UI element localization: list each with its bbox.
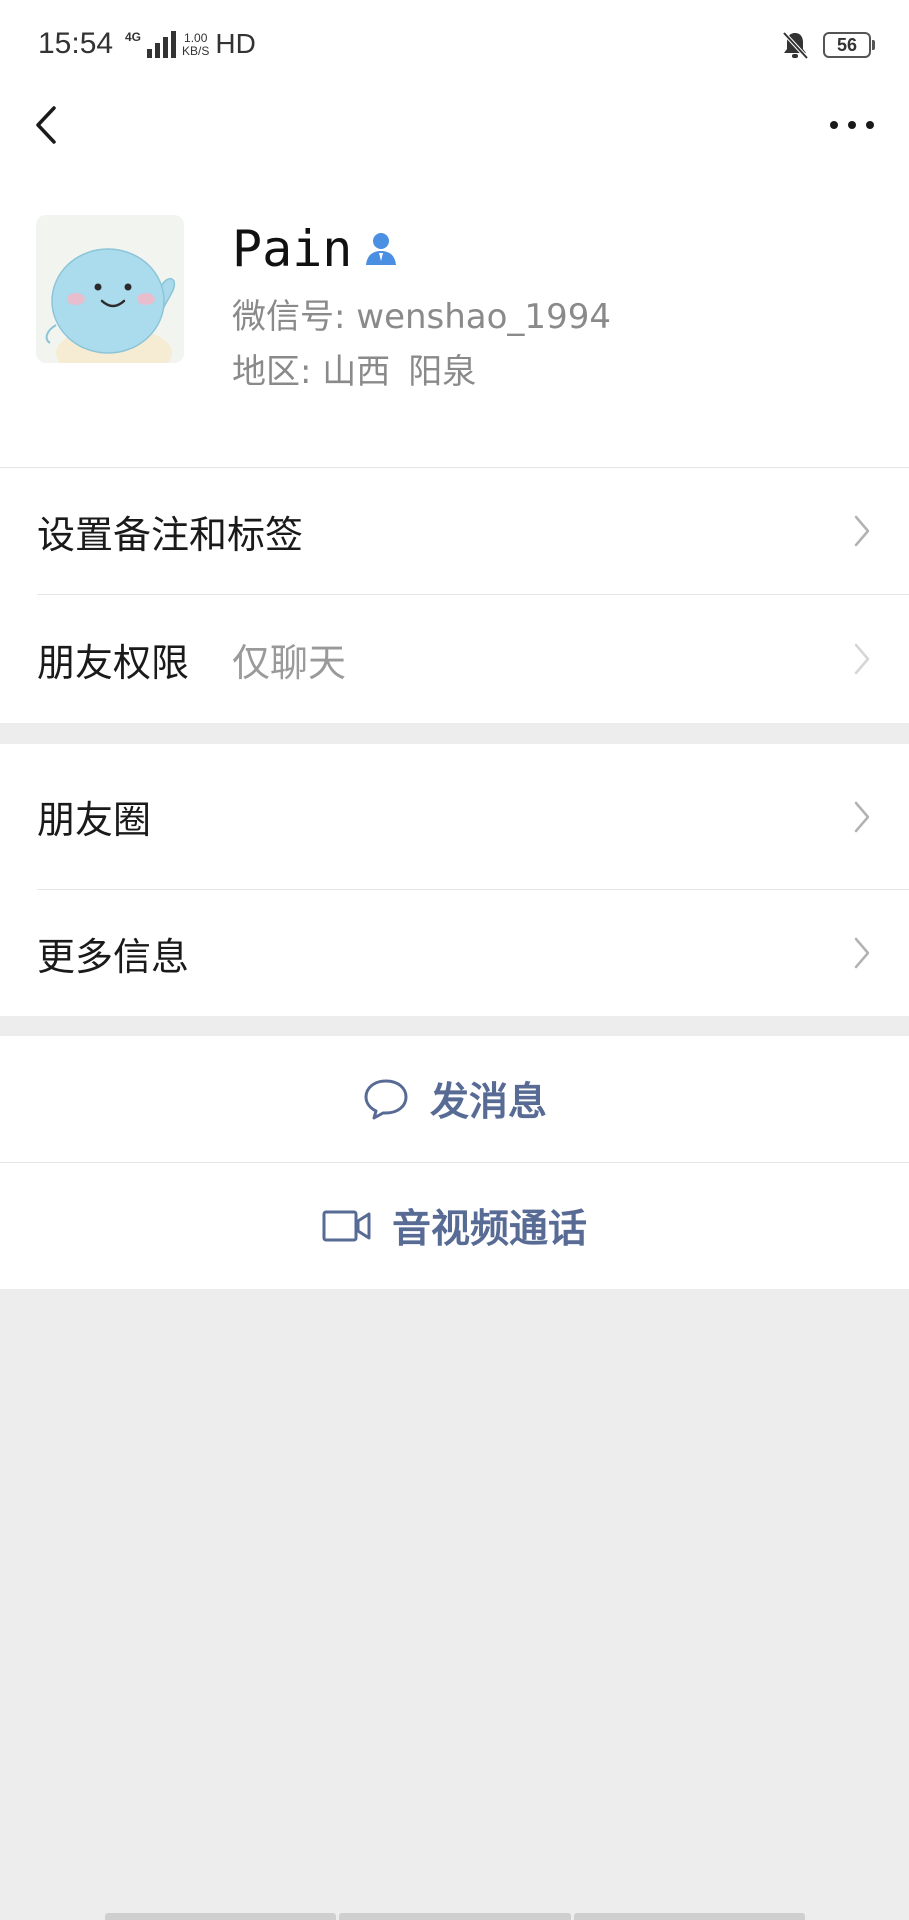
avatar[interactable]: [36, 215, 184, 363]
settings-section: 设置备注和标签 朋友权限 仅聊天: [0, 468, 909, 723]
moments-row[interactable]: 朋友圈: [0, 744, 909, 889]
chat-bubble-icon: [364, 1079, 408, 1120]
send-message-button[interactable]: 发消息: [0, 1036, 909, 1162]
status-right: 56: [781, 30, 875, 60]
video-camera-icon: [322, 1210, 371, 1242]
send-message-label: 发消息: [429, 1080, 547, 1125]
video-call-label: 音视频通话: [391, 1207, 587, 1252]
speed-unit: KB/S: [182, 44, 210, 58]
hd-indicator: HD: [215, 28, 256, 59]
status-time: 15:54: [38, 27, 114, 60]
battery-icon: 56: [823, 32, 875, 58]
video-call-button[interactable]: 音视频通话: [0, 1163, 909, 1289]
battery-level: 56: [836, 34, 858, 55]
avatar-image: [36, 215, 184, 363]
network-type: 4G: [125, 30, 142, 44]
network-speed: 1.00 KB/S: [182, 32, 209, 58]
chevron-right-icon: [854, 937, 870, 969]
verified-user-icon: [366, 233, 397, 265]
more-info-row[interactable]: 更多信息: [0, 890, 909, 1016]
more-info-label: 更多信息: [37, 934, 190, 979]
actions-section: 发消息 音视频通话: [0, 1036, 909, 1289]
region-province: 地区: 山西: [232, 352, 391, 392]
more-dots-icon[interactable]: [829, 110, 875, 140]
region-city: 阳泉: [408, 352, 477, 392]
region: 地区: 山西 阳泉: [232, 352, 476, 392]
profile-header: 15:54 4G 1.00 KB/S HD 56 Pain 微信号: wensh…: [0, 0, 909, 468]
chevron-left-icon[interactable]: [28, 100, 68, 150]
signal-icon: [147, 30, 177, 58]
profile-name-text: Pain: [232, 220, 353, 278]
home-indicator: [105, 1913, 805, 1920]
friend-permission-label: 朋友权限: [37, 640, 190, 685]
info-section: 朋友圈 更多信息: [0, 744, 909, 1016]
profile-name: Pain: [232, 218, 398, 280]
chevron-right-icon: [854, 801, 870, 832]
chevron-right-icon: [854, 515, 870, 547]
status-bar: 15:54 4G 1.00 KB/S HD 56: [0, 0, 909, 92]
moments-label: 朋友圈: [37, 798, 152, 842]
set-remark-row[interactable]: 设置备注和标签: [0, 468, 909, 594]
wechat-id: 微信号: wenshao_1994: [232, 297, 611, 337]
friend-permission-row[interactable]: 朋友权限 仅聊天: [0, 595, 909, 723]
network-status: 4G 1.00 KB/S HD: [125, 30, 256, 58]
chevron-right-icon: [854, 643, 870, 675]
friend-permission-value: 仅聊天: [232, 640, 347, 685]
mute-bell-icon: [782, 31, 809, 60]
set-remark-label: 设置备注和标签: [37, 512, 304, 557]
